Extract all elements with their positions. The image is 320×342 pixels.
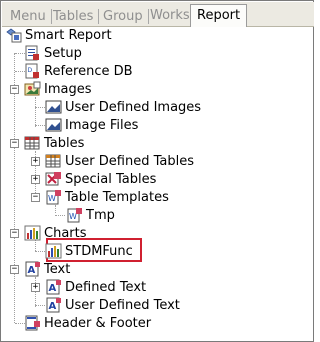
tree-item-label: Reference DB (44, 63, 133, 79)
chart-icon (45, 243, 62, 259)
smart-report-icon (5, 27, 22, 43)
tree-item-defined-text[interactable]: A Defined Text (45, 278, 146, 296)
template-icon: W (66, 207, 83, 223)
svg-text:D: D (28, 67, 33, 74)
text-icon: A (45, 297, 62, 313)
tables-collapse-toggle[interactable]: − (10, 139, 19, 148)
user-defined-tables-expand-toggle[interactable]: + (31, 157, 40, 166)
template-icon: W (45, 189, 62, 205)
tree-item-label: STDMFunc (65, 243, 133, 259)
tab-report[interactable]: Report (190, 4, 248, 28)
svg-text:A: A (49, 301, 57, 312)
tree-hline (35, 305, 45, 306)
tree-item-label: Tables (44, 135, 85, 151)
tree-item-label: User Defined Images (65, 99, 202, 115)
tab-works[interactable]: Works (145, 6, 195, 27)
tab-menu[interactable]: Menu (5, 9, 52, 24)
tree-item-user-defined-text[interactable]: A User Defined Text (45, 296, 180, 314)
tree-item-table-templates[interactable]: W Table Templates (45, 188, 169, 206)
tree-item-special-tables[interactable]: Special Tables (45, 170, 156, 188)
images-icon (24, 81, 41, 97)
report-tree: Smart Report Setup D Reference DB − Imag… (3, 27, 313, 341)
report-panel-window: Menu Tables Group Works Report Smart Rep… (0, 0, 314, 342)
tree-item-label: Text (44, 261, 71, 277)
tab-tables[interactable]: Tables (48, 9, 100, 24)
tree-item-tmp[interactable]: W Tmp (66, 206, 115, 224)
tab-group[interactable]: Group (98, 9, 149, 24)
tree-item-label: User Defined Tables (65, 153, 194, 169)
tree-item-user-defined-images[interactable]: User Defined Images (45, 98, 201, 116)
table-icon (24, 135, 41, 151)
tree-item-smart-report[interactable]: Smart Report (5, 26, 112, 44)
tab-bar: Menu Tables Group Works Report (2, 2, 314, 28)
chart-icon (24, 225, 41, 241)
table-icon (45, 153, 62, 169)
tree-line-root-bottom (14, 269, 15, 323)
database-icon: D (24, 63, 41, 79)
tree-item-label: Smart Report (25, 27, 112, 43)
tree-item-label: Table Templates (65, 189, 169, 205)
image-icon (45, 117, 62, 133)
tree-item-label: Setup (44, 45, 82, 61)
tree-item-label: Tmp (86, 207, 115, 223)
tree-item-reference-db[interactable]: D Reference DB (24, 62, 133, 80)
tree-item-text[interactable]: A Text (24, 260, 70, 278)
defined-text-expand-toggle[interactable]: + (31, 283, 40, 292)
tree-item-stdmfunc[interactable]: STDMFunc (45, 242, 133, 260)
tree-item-label: Special Tables (65, 171, 157, 187)
text-collapse-toggle[interactable]: − (10, 265, 19, 274)
setup-icon (24, 45, 41, 61)
tree-hline (35, 125, 45, 126)
tree-hline (55, 215, 65, 216)
charts-collapse-toggle[interactable]: − (10, 229, 19, 238)
svg-text:W: W (69, 212, 77, 221)
tree-item-label: Image Files (65, 117, 139, 133)
tree-item-header-footer[interactable]: Header & Footer (24, 314, 151, 332)
tree-item-image-files[interactable]: Image Files (45, 116, 138, 134)
tree-item-setup[interactable]: Setup (24, 44, 82, 62)
tree-item-label: User Defined Text (65, 297, 180, 313)
tree-line-images (35, 97, 36, 127)
tree-item-tables[interactable]: Tables (24, 134, 84, 152)
header-footer-icon (24, 315, 41, 331)
svg-text:A: A (28, 265, 36, 276)
image-icon (45, 99, 62, 115)
tree-hline (35, 107, 45, 108)
tree-hline (35, 251, 45, 252)
svg-text:A: A (49, 283, 57, 294)
tree-item-label: Images (44, 81, 92, 97)
table-templates-collapse-toggle[interactable]: − (31, 193, 40, 202)
tree-line-templates (55, 205, 56, 213)
special-tables-expand-toggle[interactable]: + (31, 175, 40, 184)
tree-item-label: Header & Footer (44, 315, 152, 331)
special-table-icon (45, 171, 62, 187)
text-icon: A (45, 279, 62, 295)
tree-item-user-defined-tables[interactable]: User Defined Tables (45, 152, 194, 170)
svg-text:W: W (48, 194, 56, 203)
tree-item-label: Defined Text (65, 279, 147, 295)
tree-item-images[interactable]: Images (24, 80, 92, 98)
text-icon: A (24, 261, 41, 277)
images-collapse-toggle[interactable]: − (10, 85, 19, 94)
